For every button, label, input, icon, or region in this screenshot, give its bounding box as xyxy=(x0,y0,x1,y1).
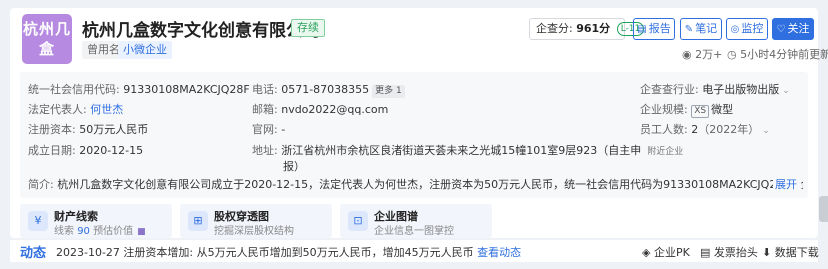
lock-icon: ■ xyxy=(137,227,146,237)
capital-row: 注册资本: 50万元人民币 xyxy=(28,121,148,137)
feature-sub: 挖掘深层股权结构 xyxy=(214,226,294,237)
feature-property-clues[interactable]: ¥ 财产线索 线索 90 预估价值 ■ xyxy=(20,204,172,238)
follow-icon: ♡ xyxy=(776,24,786,35)
feature-sub: 线索 90 预估价值 ■ xyxy=(54,222,146,237)
industry-row: 企查查行业: 电子出版物出版 ⌄ xyxy=(640,81,790,97)
email-value[interactable]: nvdo2022@qq.com xyxy=(281,103,388,116)
view-count: ◉ 2万+ xyxy=(682,46,722,62)
founded-label: 成立日期: xyxy=(28,144,76,157)
follow-label: 关注 xyxy=(787,22,810,35)
phone-label: 电话: xyxy=(252,83,278,96)
monitor-label: 监控 xyxy=(741,22,764,35)
address-row: 地址: 浙江省杭州市余杭区良渚街道天荟未来之光城15幢101室9层923（自主申… xyxy=(252,142,683,158)
side-panel-toggle[interactable] xyxy=(819,196,828,222)
clock-icon: ◷ xyxy=(727,48,737,61)
industry-value[interactable]: 电子出版物出版 xyxy=(702,83,779,96)
scale-badge: XS xyxy=(691,105,710,118)
staff-label: 员工人数: xyxy=(640,123,688,136)
address-value[interactable]: 浙江省杭州市余杭区良渚街道天荟未来之光城15幢101室9层923（自主申 xyxy=(281,144,641,157)
coins-icon: ¥ xyxy=(28,211,48,231)
founded-row: 成立日期: 2020-12-15 xyxy=(28,142,143,158)
small-micro-tag[interactable]: 小微企业 xyxy=(118,41,172,59)
note-button[interactable]: ✎ 笔记 xyxy=(680,18,722,40)
staff-row: 员工人数: 2（2022年） ⌄ xyxy=(640,121,770,137)
dynamic-bar: 动态 2023-10-27 注册资本增加: 从5万元人民币增加到50万元人民币，… xyxy=(10,240,819,262)
report-icon: ▤ xyxy=(637,24,647,35)
company-name: 杭州几盒数字文化创意有限公司 xyxy=(82,21,320,41)
legal-rep-label: 法定代表人: xyxy=(28,103,87,116)
website-value: - xyxy=(281,123,286,136)
follow-button[interactable]: ♡ 关注 xyxy=(772,18,814,40)
dynamic-text: 2023-10-27 注册资本增加: 从5万元人民币增加到50万元人民币，增加4… xyxy=(56,244,521,260)
score-value: 961分 xyxy=(576,22,611,35)
report-button[interactable]: ▤ 报告 xyxy=(633,18,675,40)
industry-label: 企查查行业: xyxy=(640,83,699,96)
intro-expand-link[interactable]: 展开 xyxy=(773,176,797,192)
monitor-button[interactable]: ◎ 监控 xyxy=(726,18,768,40)
company-pk-button[interactable]: ◈ 企业PK xyxy=(642,244,690,260)
invoice-label: 发票抬头 xyxy=(713,246,758,259)
credit-code-row: 统一社会信用代码: 91330108MA2KCJQ28F xyxy=(28,81,250,97)
intro-label: 简介: xyxy=(28,178,54,191)
eye-icon: ◉ xyxy=(682,48,692,61)
pencil-icon: ✎ xyxy=(684,24,694,35)
dynamic-content: 2023-10-27 注册资本增加: 从5万元人民币增加到50万元人民币，增加4… xyxy=(56,246,474,259)
chevron-down-icon[interactable]: ⌄ xyxy=(782,86,790,96)
feature-equity-graph[interactable]: ⊞ 股权穿透图 挖掘深层股权结构 xyxy=(180,204,332,238)
founded-value: 2020-12-15 xyxy=(79,144,144,157)
equity-graph-icon: ⊞ xyxy=(188,211,208,231)
views-value: 2万+ xyxy=(695,48,723,61)
updated-value: 5小时4分钟前更新 xyxy=(740,48,828,61)
address-value-cont: 报） xyxy=(283,160,305,173)
scale-value: 微型 xyxy=(711,103,734,116)
company-header-card: 杭州几盒 杭州几盒数字文化创意有限公司 存续 曾用名 小微企业 企查分: 961… xyxy=(10,8,828,238)
phone-value[interactable]: 0571-87038355 xyxy=(281,83,369,96)
staff-year: （2022年） xyxy=(698,123,760,136)
download-icon: ⬇ xyxy=(762,246,772,259)
note-label: 笔记 xyxy=(695,22,718,35)
data-download-button[interactable]: ⬇ 数据下载 xyxy=(762,244,819,260)
website-label: 官网: xyxy=(252,123,278,136)
intro-text: 杭州几盒数字文化创意有限公司成立于2020-12-15，法定代表人为何世杰，注册… xyxy=(57,178,803,191)
score-label: 企查分: xyxy=(536,22,573,35)
phone-more-button[interactable]: 更多 1 xyxy=(372,85,405,98)
clue-label: 线索 xyxy=(54,226,74,237)
email-label: 邮箱: xyxy=(252,103,278,116)
report-label: 报告 xyxy=(648,22,671,35)
address-label: 地址: xyxy=(252,144,278,157)
invoice-icon: ▤ xyxy=(700,246,711,259)
update-time: ◷ 5小时4分钟前更新 xyxy=(727,46,828,62)
credit-code-label: 统一社会信用代码: xyxy=(28,83,120,96)
score-box[interactable]: 企查分: 961分 L-11 xyxy=(529,18,645,40)
address-row-cont: 报） xyxy=(283,158,305,174)
intro-row: 简介: 杭州几盒数字文化创意有限公司成立于2020-12-15，法定代表人为何世… xyxy=(28,176,803,192)
company-logo: 杭州几盒 xyxy=(22,14,72,64)
dynamic-title: 动态 xyxy=(20,246,47,261)
pk-icon: ◈ xyxy=(642,246,651,259)
clue-count: 90 xyxy=(77,226,90,237)
capital-label: 注册资本: xyxy=(28,123,76,136)
company-graph-icon: ⊡ xyxy=(348,211,368,231)
pk-label: 企业PK xyxy=(653,246,690,259)
legal-rep-link[interactable]: 何世杰 xyxy=(90,103,123,116)
status-badge: 存续 xyxy=(291,19,325,37)
feature-company-graph[interactable]: ⊡ 企业图谱 企业信息一图掌控 xyxy=(340,204,492,238)
chevron-down-icon[interactable]: ⌄ xyxy=(762,126,770,136)
invoice-button[interactable]: ▤ 发票抬头 xyxy=(700,244,758,260)
download-label: 数据下载 xyxy=(774,246,819,259)
value-label: 预估价值 xyxy=(93,226,134,237)
legal-rep-row: 法定代表人: 何世杰 xyxy=(28,101,123,117)
scale-label: 企业规模: xyxy=(640,103,688,116)
feature-sub: 企业信息一图掌控 xyxy=(374,226,454,237)
view-dynamic-link[interactable]: 查看动态 xyxy=(477,246,521,259)
scale-row: 企业规模: XS 微型 xyxy=(640,101,733,118)
nearby-companies-link[interactable]: 附近企业 xyxy=(647,147,683,157)
email-row: 邮箱: nvdo2022@qq.com xyxy=(252,101,388,117)
website-row: 官网: - xyxy=(252,121,285,137)
info-panel: 统一社会信用代码: 91330108MA2KCJQ28F 法定代表人: 何世杰 … xyxy=(20,72,808,198)
monitor-icon: ◎ xyxy=(730,24,740,35)
capital-value: 50万元人民币 xyxy=(79,123,149,136)
phone-row: 电话: 0571-87038355 更多 1 xyxy=(252,81,405,98)
credit-code-value[interactable]: 91330108MA2KCJQ28F xyxy=(123,83,250,96)
